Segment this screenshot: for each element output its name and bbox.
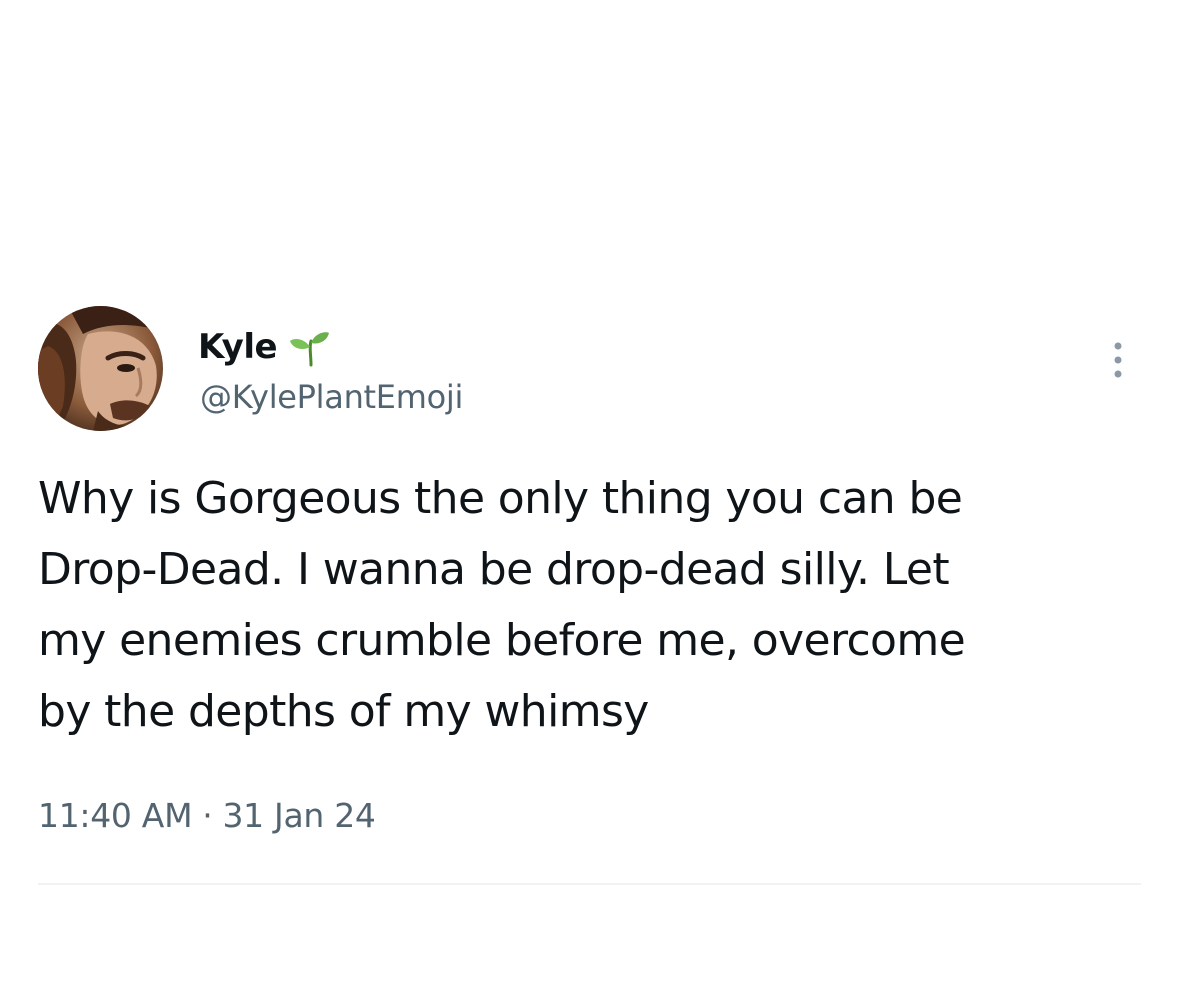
author-display-name[interactable]: Kyle	[198, 327, 278, 367]
tweet-text: Why is Gorgeous the only thing you can b…	[38, 463, 1148, 747]
tweet-text-line: Why is Gorgeous the only thing you can b…	[38, 473, 963, 524]
tweet-text-line: Drop-Dead. I wanna be drop-dead silly. L…	[38, 544, 950, 595]
author-name-row: Kyle	[198, 322, 331, 372]
author-handle[interactable]: @KylePlantEmoji	[200, 378, 463, 416]
tweet-date[interactable]: 31 Jan 24	[222, 796, 375, 835]
more-vertical-icon	[1114, 342, 1122, 378]
timestamp-separator: ·	[202, 796, 213, 835]
tweet-text-line: by the depths of my whimsy	[38, 686, 649, 737]
avatar[interactable]	[38, 306, 163, 431]
more-options-button[interactable]	[1098, 336, 1138, 384]
divider	[38, 883, 1141, 885]
tweet-time[interactable]: 11:40 AM	[38, 796, 193, 835]
tweet-card: Kyle @KylePlantEmoji Why is Gorgeous the…	[0, 0, 1179, 1003]
tweet-text-line: my enemies crumble before me, overcome	[38, 615, 966, 666]
tweet-timestamp: 11:40 AM · 31 Jan 24	[38, 796, 376, 835]
seedling-icon	[287, 325, 331, 369]
